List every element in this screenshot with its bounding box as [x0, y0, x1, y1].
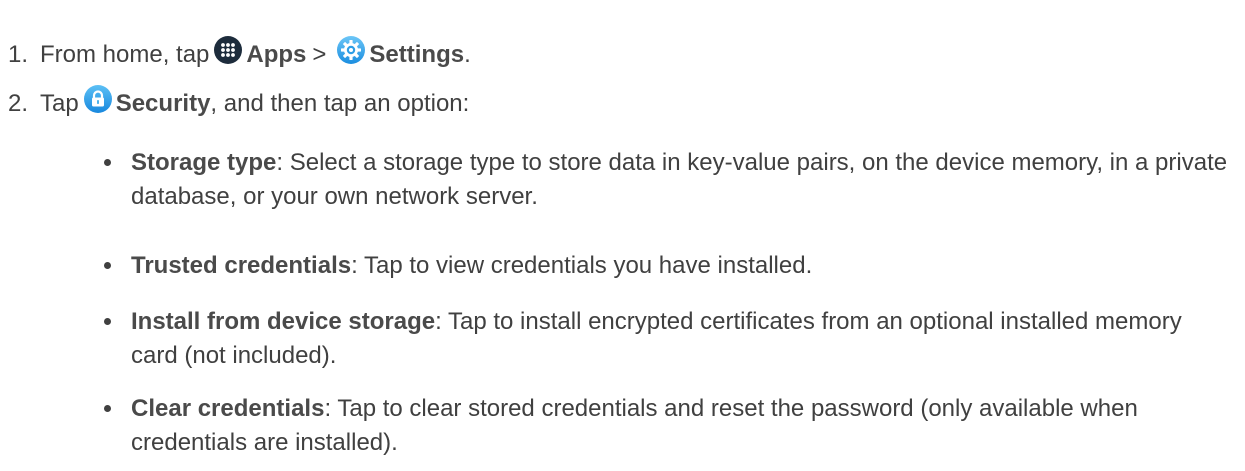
option-title: Storage type [131, 149, 277, 176]
step-suffix: , and then tap an option: [210, 90, 470, 117]
menu-separator: > [312, 41, 327, 68]
list-item: Clear credentials: Tap to clear stored c… [104, 392, 1229, 460]
bullet-icon [104, 405, 111, 412]
list-item: Trusted credentials: Tap to view credent… [104, 249, 1229, 283]
bullet-icon [104, 262, 111, 269]
option-text: Storage type: Select a storage type to s… [131, 146, 1229, 214]
option-text: Install from device storage: Tap to inst… [131, 305, 1229, 373]
bullet-icon [104, 159, 111, 166]
lock-icon [83, 84, 113, 114]
settings-label: Settings [369, 41, 465, 68]
option-description: : Tap to view credentials you have insta… [351, 252, 813, 279]
apps-grid-icon [213, 35, 243, 65]
apps-label: Apps [246, 41, 307, 68]
option-description: : Select a storage type to store data in… [131, 149, 1228, 210]
option-title: Install from device storage [131, 308, 436, 335]
option-text: Trusted credentials: Tap to view credent… [131, 249, 1229, 283]
step-suffix: . [464, 41, 471, 68]
list-item: Install from device storage: Tap to inst… [104, 305, 1229, 373]
option-title: Trusted credentials [131, 252, 352, 279]
step-2: 2. Tap Security , and then tap an option… [8, 85, 470, 119]
list-item: Storage type: Select a storage type to s… [104, 146, 1229, 214]
security-label: Security [115, 90, 211, 117]
option-title: Clear credentials [131, 395, 325, 422]
step-number: 2. [8, 90, 29, 117]
bullet-icon [104, 318, 111, 325]
step-number: 1. [8, 41, 29, 68]
option-text: Clear credentials: Tap to clear stored c… [131, 392, 1229, 460]
step-text: Tap [40, 90, 79, 117]
step-1: 1. From home, tap Apps > Settings . [8, 36, 471, 70]
gear-icon [336, 35, 366, 65]
step-text: From home, tap [40, 41, 210, 68]
